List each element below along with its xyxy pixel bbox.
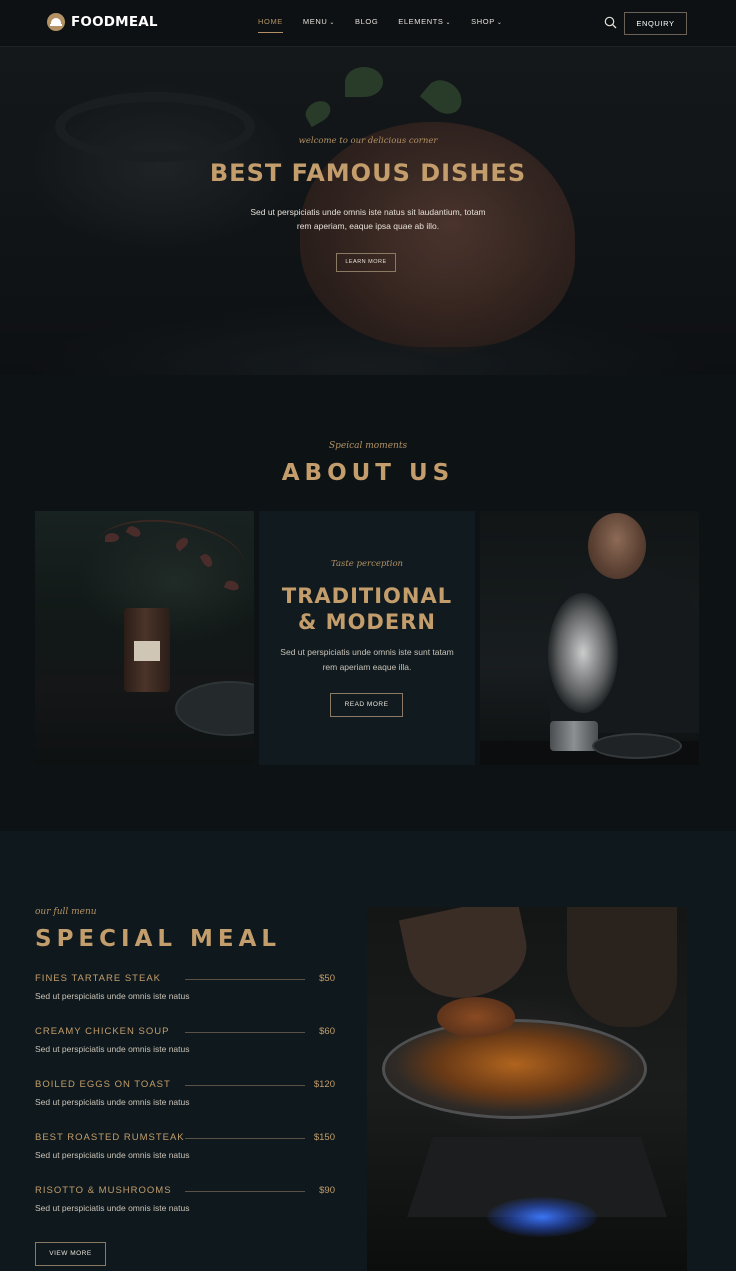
menu-item[interactable]: BEST ROASTED RUMSTEAK $150 Sed ut perspi… [35, 1132, 335, 1185]
card-title: TRADITIONAL & MODERN [259, 583, 475, 635]
chef-head [588, 513, 646, 579]
about-kicker: Speical moments [328, 441, 408, 451]
menu-item-name: FINES TARTARE STEAK [35, 973, 161, 984]
nav-label: ELEMENTS [398, 17, 444, 26]
menu-kicker: our full menu [35, 907, 97, 917]
menu-item-desc: Sed ut perspiciatis unde omnis iste natu… [35, 1203, 190, 1213]
about-title: ABOUT US [281, 460, 455, 486]
card-title-line2: & MODERN [298, 610, 436, 634]
menu-item-desc: Sed ut perspiciatis unde omnis iste natu… [35, 1150, 190, 1160]
menu-title: SPECIAL MEAL [35, 926, 282, 952]
petal [105, 533, 119, 542]
menu-item-price: $50 [319, 973, 335, 984]
nav-label: MENU [302, 17, 328, 26]
nav-label: BLOG [355, 17, 379, 26]
special-meal-section: our full menu SPECIAL MEAL FINES TARTARE… [0, 831, 736, 1271]
hero-section: welcome to our delicious corner BEST FAM… [0, 47, 736, 375]
card-kicker: Taste perception [330, 559, 404, 569]
cook-arm [398, 907, 536, 1009]
cook-arm [567, 907, 677, 1027]
about-card: Taste perception TRADITIONAL & MODERN Se… [259, 511, 475, 765]
view-more-button[interactable]: VIEW MORE [35, 1242, 106, 1266]
menu-item-desc: Sed ut perspiciatis unde omnis iste natu… [35, 1044, 190, 1054]
chevron-down-icon: ⌄ [496, 20, 503, 26]
menu-item-price: $90 [319, 1185, 335, 1196]
site-header: FOODMEAL HOME MENU ⌄ BLOG ELEMENTS ⌄ SHOP ⌄… [0, 0, 736, 47]
menu-item-price: $60 [319, 1026, 335, 1037]
nav-label: SHOP [471, 17, 495, 26]
menu-list: FINES TARTARE STEAK $50 Sed ut perspicia… [35, 973, 335, 1238]
chevron-down-icon: ⌄ [329, 20, 336, 26]
logo-text: FOODMEAL [71, 14, 158, 30]
nav-item-elements[interactable]: ELEMENTS ⌄ [398, 17, 451, 32]
enquiry-button[interactable]: ENQUIRY [624, 12, 687, 35]
frying-pan [592, 733, 682, 759]
hero-kicker: welcome to our delicious corner [298, 136, 438, 146]
menu-item-desc: Sed ut perspiciatis unde omnis iste natu… [35, 991, 190, 1001]
menu-item[interactable]: CREAMY CHICKEN SOUP $60 Sed ut perspicia… [35, 1026, 335, 1079]
card-text: Sed ut perspiciatis unde omnis iste sunt… [280, 647, 454, 672]
menu-item-desc: Sed ut perspiciatis unde omnis iste natu… [35, 1097, 190, 1107]
divider-line [185, 1138, 305, 1139]
chef-photo [480, 511, 699, 765]
menu-item-name: RISOTTO & MUSHROOMS [35, 1185, 172, 1196]
steam [548, 593, 618, 713]
menu-item[interactable]: FINES TARTARE STEAK $50 Sed ut perspicia… [35, 973, 335, 1026]
divider-line [185, 1032, 305, 1033]
nav-label: HOME [258, 17, 283, 26]
pan-with-food [382, 1019, 647, 1119]
divider-line [185, 1085, 305, 1086]
tin-label [134, 641, 160, 661]
plate [175, 681, 254, 736]
hero-text: Sed ut perspiciatis unde omnis iste natu… [250, 207, 486, 231]
menu-item-name: CREAMY CHICKEN SOUP [35, 1026, 170, 1037]
divider-line [185, 1191, 305, 1192]
menu-item-name: BOILED EGGS ON TOAST [35, 1079, 171, 1090]
main-nav: HOME MENU ⌄ BLOG ELEMENTS ⌄ SHOP ⌄ [258, 17, 522, 33]
nav-item-home[interactable]: HOME [258, 17, 283, 33]
nav-item-blog[interactable]: BLOG [355, 17, 378, 32]
chevron-down-icon: ⌄ [445, 20, 452, 26]
nav-item-shop[interactable]: SHOP ⌄ [471, 17, 502, 32]
cloche-icon [47, 13, 65, 31]
table-setting-photo [35, 511, 254, 765]
cooking-pot [550, 721, 598, 751]
menu-item-name: BEST ROASTED RUMSTEAK [35, 1132, 185, 1143]
hero-title: BEST FAMOUS DISHES [209, 159, 527, 187]
read-more-button[interactable]: READ MORE [330, 693, 403, 717]
menu-item[interactable]: RISOTTO & MUSHROOMS $90 Sed ut perspicia… [35, 1185, 335, 1238]
divider-line [185, 979, 305, 980]
menu-item-price: $120 [313, 1079, 335, 1090]
gas-flame [487, 1197, 597, 1237]
pan-cooking-photo [367, 907, 687, 1271]
menu-item-price: $150 [313, 1132, 335, 1143]
card-title-line1: TRADITIONAL [281, 584, 453, 608]
learn-more-button[interactable]: LEARN MORE [336, 253, 396, 272]
menu-item[interactable]: BOILED EGGS ON TOAST $120 Sed ut perspic… [35, 1079, 335, 1132]
nav-item-menu[interactable]: MENU ⌄ [303, 17, 335, 32]
petal [223, 578, 241, 593]
about-section: Speical moments ABOUT US Taste perceptio… [0, 375, 736, 831]
logo[interactable]: FOODMEAL [47, 13, 158, 31]
search-icon[interactable] [604, 16, 617, 29]
ladle [437, 997, 515, 1037]
